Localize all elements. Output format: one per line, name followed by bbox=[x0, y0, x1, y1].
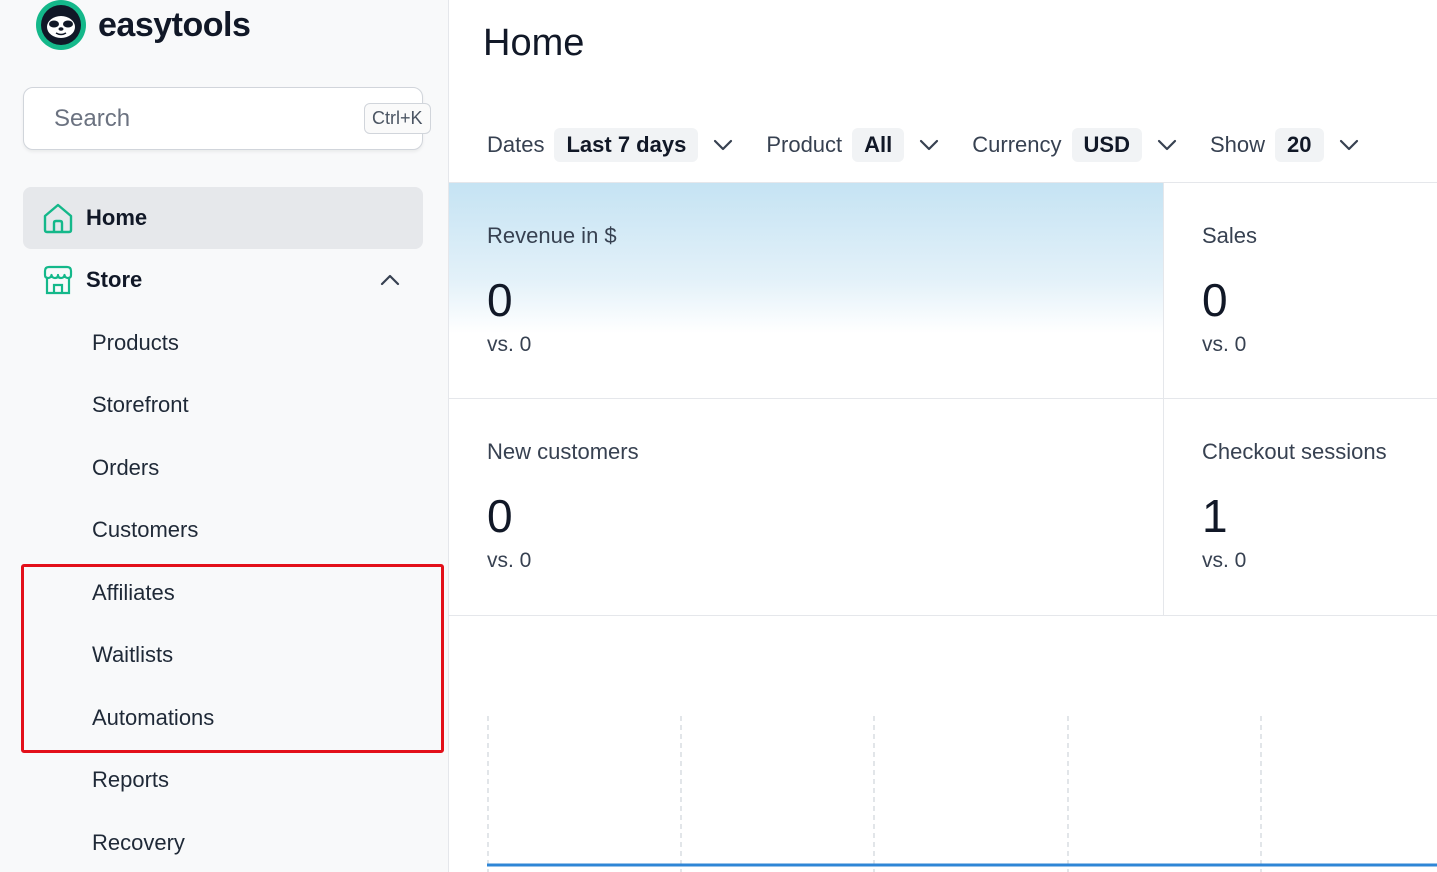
page-title: Home bbox=[483, 22, 585, 64]
stat-label: Checkout sessions bbox=[1202, 439, 1387, 464]
filter-label: Currency bbox=[972, 132, 1062, 157]
sidebar-item-home[interactable]: Home bbox=[23, 187, 423, 249]
chevron-down-icon[interactable] bbox=[1154, 132, 1180, 158]
search-input[interactable] bbox=[54, 104, 364, 133]
filter-label: Show bbox=[1209, 132, 1266, 157]
highlight-annotation-box bbox=[21, 564, 444, 753]
sidebar-subitem-customers[interactable]: Customers bbox=[92, 515, 198, 545]
stat-value: 0 bbox=[1202, 274, 1228, 326]
filter-show[interactable]: Show 20 bbox=[1210, 128, 1362, 162]
filter-dates[interactable]: Dates Last 7 days bbox=[487, 128, 736, 162]
filter-product[interactable]: Product All bbox=[766, 128, 942, 162]
filter-value[interactable]: Last 7 days bbox=[554, 128, 699, 162]
stat-label: New customers bbox=[487, 439, 639, 464]
sidebar: easytools Ctrl+K Home Store Products Sto… bbox=[0, 0, 449, 872]
stat-compare: vs. 0 bbox=[487, 333, 532, 356]
stat-card-new-customers[interactable]: New customers 0 vs. 0 bbox=[449, 399, 1164, 616]
filter-bar: Dates Last 7 days Product All Currency U… bbox=[487, 126, 1362, 164]
filter-value[interactable]: USD bbox=[1071, 128, 1142, 162]
chevron-down-icon[interactable] bbox=[916, 132, 942, 158]
sidebar-item-label: Home bbox=[86, 205, 148, 230]
sidebar-subitem-reports[interactable]: Reports bbox=[92, 765, 169, 795]
chevron-down-icon[interactable] bbox=[1336, 132, 1362, 158]
main-content: Home Dates Last 7 days Product All Curre… bbox=[449, 0, 1437, 872]
stat-value: 0 bbox=[487, 274, 513, 326]
filter-label: Dates bbox=[487, 132, 545, 157]
stat-card-revenue[interactable]: Revenue in $ 0 vs. 0 bbox=[449, 183, 1164, 399]
stat-compare: vs. 0 bbox=[1202, 333, 1247, 356]
search-shortcut-badge: Ctrl+K bbox=[364, 103, 431, 134]
brand[interactable]: easytools bbox=[36, 0, 251, 50]
brand-name: easytools bbox=[98, 5, 251, 44]
chevron-up-icon[interactable] bbox=[377, 267, 403, 293]
sidebar-item-store[interactable]: Store bbox=[23, 249, 423, 311]
sidebar-item-label: Store bbox=[86, 267, 143, 292]
filter-value[interactable]: 20 bbox=[1275, 128, 1324, 162]
sidebar-subitem-recovery[interactable]: Recovery bbox=[92, 828, 185, 858]
sloth-logo-icon bbox=[36, 0, 86, 50]
stat-compare: vs. 0 bbox=[487, 549, 532, 572]
stat-label: Revenue in $ bbox=[487, 223, 617, 248]
home-icon bbox=[43, 203, 73, 234]
stat-value: 0 bbox=[487, 490, 513, 542]
filter-label: Product bbox=[766, 132, 843, 157]
search-box[interactable]: Ctrl+K bbox=[23, 87, 431, 150]
chevron-down-icon[interactable] bbox=[710, 132, 736, 158]
store-icon bbox=[43, 265, 73, 295]
stat-value: 1 bbox=[1202, 490, 1228, 542]
stat-compare: vs. 0 bbox=[1202, 549, 1247, 572]
revenue-chart bbox=[487, 716, 1437, 872]
stat-label: Sales bbox=[1202, 223, 1258, 248]
sidebar-subitem-products[interactable]: Products bbox=[92, 328, 179, 358]
filter-value[interactable]: All bbox=[852, 128, 905, 162]
stat-card-checkout-sessions[interactable]: Checkout sessions 1 vs. 0 bbox=[1164, 399, 1437, 616]
sidebar-subitem-orders[interactable]: Orders bbox=[92, 453, 159, 483]
filter-currency[interactable]: Currency USD bbox=[972, 128, 1180, 162]
sidebar-subitem-storefront[interactable]: Storefront bbox=[92, 390, 189, 420]
stat-card-sales[interactable]: Sales 0 vs. 0 bbox=[1164, 183, 1437, 399]
